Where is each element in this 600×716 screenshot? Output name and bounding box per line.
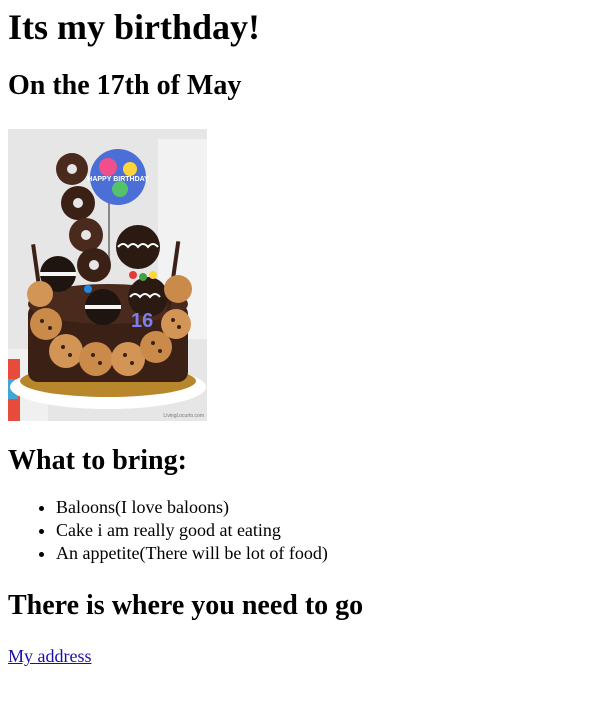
bring-list: Baloons(I love baloons) Cake i am really… [8, 496, 600, 565]
birthday-cake-image: HAPPY BIRTHDAY 16 LivingLocurto.com [8, 129, 207, 421]
list-item: An appetite(There will be lot of food) [56, 542, 600, 565]
page-title: Its my birthday! [8, 7, 261, 47]
address-link[interactable]: My address [8, 646, 92, 667]
list-item: Cake i am really good at eating [56, 519, 600, 542]
location-heading: There is where you need to go [8, 590, 364, 621]
image-watermark: LivingLocurto.com [163, 413, 204, 419]
candle-number: 16 [131, 310, 153, 332]
balloon-text: HAPPY BIRTHDAY [87, 176, 149, 183]
list-item: Baloons(I love baloons) [56, 496, 600, 519]
cake-illustration: HAPPY BIRTHDAY 16 LivingLocurto.com [8, 129, 207, 421]
bring-heading: What to bring: [8, 445, 187, 476]
page-subtitle: On the 17th of May [8, 70, 242, 101]
